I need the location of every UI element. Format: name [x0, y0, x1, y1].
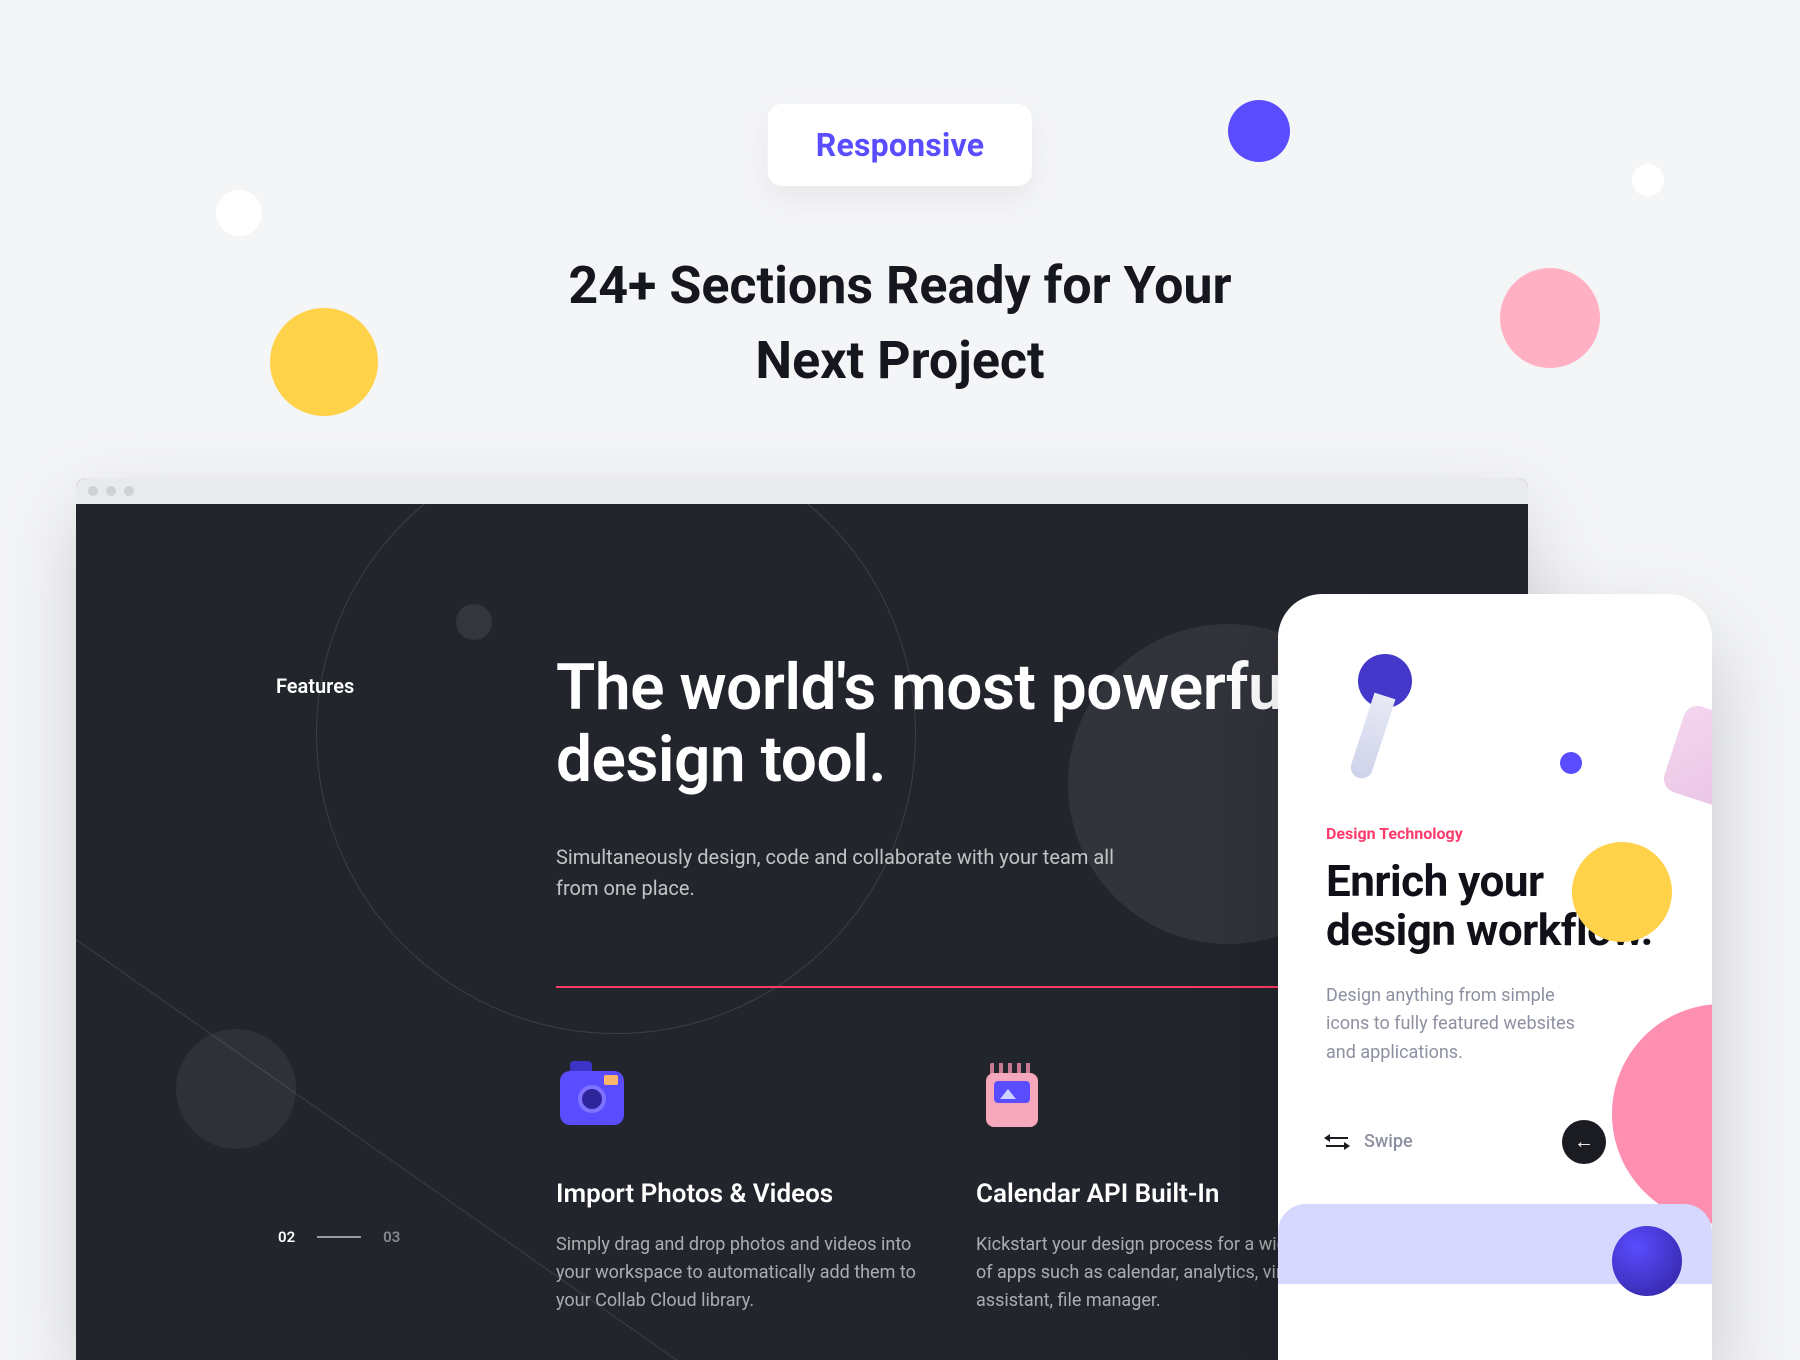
headline-line: 24+ Sections Ready for Your: [0, 248, 1800, 323]
pager-current: 02: [278, 1228, 295, 1246]
window-control-dot: [88, 486, 98, 496]
decoration-sphere: [1612, 1226, 1682, 1296]
decoration-circle-white: [216, 190, 262, 236]
page-headline: 24+ Sections Ready for Your Next Project: [0, 248, 1800, 399]
swipe-icon: [1326, 1131, 1348, 1153]
decoration-circle: [176, 1029, 296, 1149]
decoration-dot-purple: [1560, 752, 1582, 774]
swipe-hint: Swipe: [1326, 1131, 1413, 1153]
section-subtitle: Simultaneously design, code and collabor…: [556, 842, 1116, 904]
decoration-circle-yellow: [1572, 842, 1672, 942]
prev-button[interactable]: ←: [1562, 1120, 1606, 1164]
decoration-cube: [1660, 702, 1712, 815]
pager-total: 03: [383, 1228, 400, 1246]
decoration-circle-white: [1632, 164, 1664, 196]
decoration-circle-pink: [1612, 1004, 1712, 1224]
window-control-dot: [106, 486, 116, 496]
arrow-left-icon: ←: [1574, 1129, 1594, 1154]
decoration-circle-purple: [1228, 100, 1290, 162]
feature-desc: Simply drag and drop photos and videos i…: [556, 1231, 936, 1315]
window-control-dot: [124, 486, 134, 496]
feature-title: Import Photos & Videos: [556, 1179, 936, 1209]
swipe-label: Swipe: [1364, 1131, 1413, 1152]
section-pager: 02 03: [278, 1228, 400, 1246]
mobile-preview-card: Design Technology Enrich your design wor…: [1278, 594, 1712, 1360]
responsive-badge: Responsive: [768, 104, 1032, 186]
browser-chrome: [76, 478, 1528, 504]
card-description: Design anything from simple icons to ful…: [1326, 982, 1596, 1068]
card-eyebrow: Design Technology: [1326, 824, 1664, 843]
section-label: Features: [276, 674, 354, 698]
calendar-icon: [976, 1059, 1048, 1131]
section-title: The world's most powerful design tool.: [556, 652, 1376, 795]
nested-card-preview: [1278, 1204, 1712, 1284]
decoration-circle: [456, 604, 492, 640]
pager-bar: [317, 1236, 361, 1238]
headline-line: Next Project: [0, 323, 1800, 398]
feature-card: Import Photos & Videos Simply drag and d…: [556, 1059, 936, 1315]
camera-icon: [556, 1059, 628, 1131]
eyedropper-icon: [1326, 654, 1436, 804]
